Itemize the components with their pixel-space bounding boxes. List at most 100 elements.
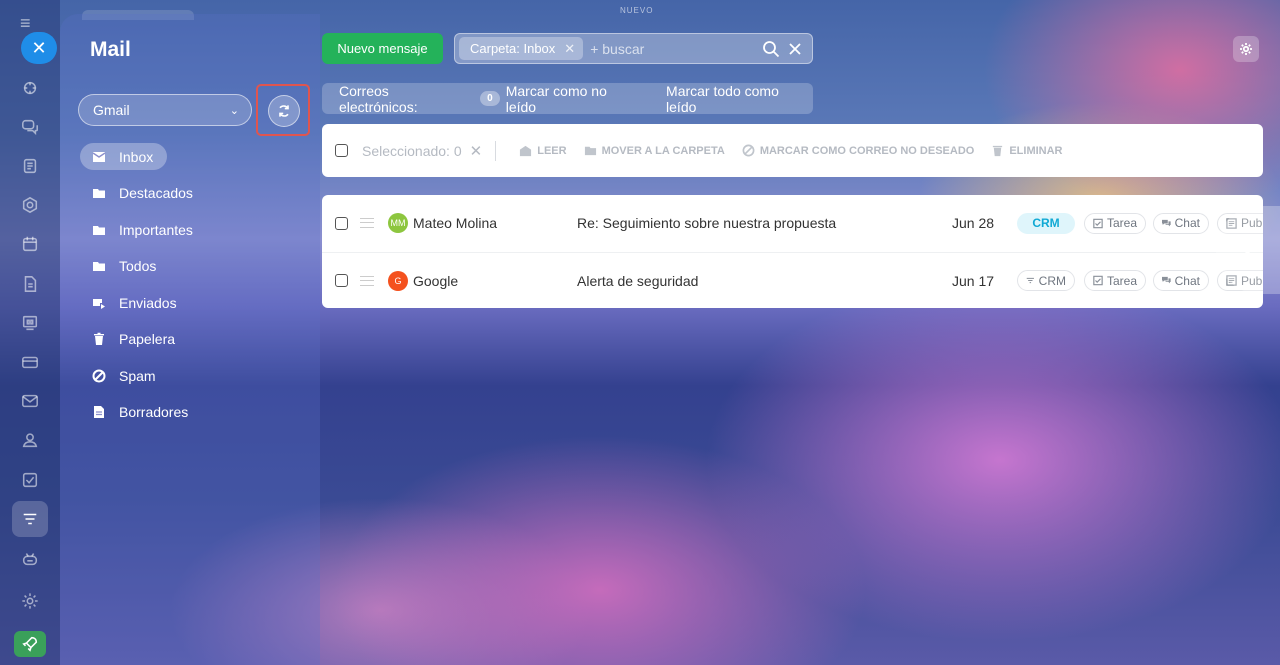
chat-icon: [1162, 219, 1171, 226]
folder-inbox[interactable]: Inbox: [80, 143, 168, 170]
draft-icon: [92, 405, 106, 419]
filter-icon: [1026, 277, 1034, 284]
move-to-folder-button[interactable]: MOVER A LA CARPETA: [584, 144, 725, 157]
email-subject[interactable]: Alerta de seguridad: [577, 273, 698, 289]
drag-handle-icon[interactable]: [360, 275, 374, 286]
chat-icon[interactable]: [19, 116, 41, 138]
board-icon[interactable]: [19, 312, 41, 334]
action-toolbar: Seleccionado: 0 ✕ LEER MOVER A LA CARPET…: [322, 124, 1263, 177]
delete-label: ELIMINAR: [1009, 144, 1063, 157]
email-sender[interactable]: Google: [413, 273, 458, 289]
close-panel-button[interactable]: ✕: [21, 32, 57, 64]
task-button[interactable]: Tarea: [1084, 270, 1146, 291]
search-input[interactable]: + buscar: [590, 41, 644, 57]
clear-selection-icon[interactable]: ✕: [470, 142, 483, 160]
trash-icon: [993, 145, 1003, 157]
folder-icon: [92, 223, 106, 237]
mail-icon: [92, 150, 106, 164]
calendar-icon[interactable]: [19, 233, 41, 255]
unread-count-badge: 0: [480, 91, 500, 106]
chat-button[interactable]: Chat: [1153, 270, 1209, 291]
menu-icon[interactable]: ≡: [20, 14, 40, 32]
filter-icon[interactable]: [12, 501, 48, 537]
email-sender[interactable]: Mateo Molina: [413, 215, 497, 231]
chevron-down-icon: ⌄: [229, 105, 239, 117]
left-nav-rail: ≡ ✕: [0, 0, 60, 665]
rocket-icon[interactable]: [14, 631, 46, 657]
mark-spam-button[interactable]: MARCAR COMO CORREO NO DESEADO: [742, 144, 974, 157]
select-all-checkbox[interactable]: [335, 144, 348, 157]
crm-label: CRM: [1038, 273, 1066, 288]
folder-label: Borradores: [119, 403, 189, 420]
folder-destacados[interactable]: Destacados: [80, 179, 205, 206]
folder-importantes[interactable]: Importantes: [80, 216, 205, 243]
gear-icon: [1240, 43, 1252, 55]
selected-count: Seleccionado: 0: [362, 142, 462, 159]
email-row[interactable]: MM Mateo Molina Re: Seguimiento sobre nu…: [322, 195, 1263, 251]
spam-icon: [92, 369, 106, 383]
mail-sidebar: Mail Gmail ⌄ Inbox Destacados Importante…: [60, 14, 320, 665]
sent-icon: [92, 296, 106, 310]
tasks-icon[interactable]: [19, 469, 41, 491]
calendar-list-icon[interactable]: [19, 155, 41, 177]
avatar: MM: [388, 213, 408, 233]
task-icon: [1093, 275, 1103, 286]
chevron-right-icon: [1238, 238, 1253, 262]
folder-papelera[interactable]: Papelera: [80, 325, 187, 352]
email-date: Jun 17: [952, 272, 995, 289]
read-button[interactable]: LEER: [519, 144, 567, 157]
email-subject[interactable]: Re: Seguimiento sobre nuestra propuesta: [577, 215, 836, 231]
refresh-icon: [279, 105, 289, 117]
email-list: MM Mateo Molina Re: Seguimiento sobre nu…: [322, 195, 1263, 308]
avatar: G: [388, 270, 408, 291]
mail-nav-icon[interactable]: [19, 390, 41, 412]
search-icon[interactable]: [762, 40, 780, 58]
folder-label: Spam: [119, 367, 156, 384]
spam-icon: [742, 144, 755, 157]
settings-button[interactable]: [1233, 36, 1259, 62]
settings-icon[interactable]: [19, 590, 41, 612]
folder-label: Enviados: [119, 294, 177, 311]
mail-panel: Mail Gmail ⌄ Inbox Destacados Importante…: [60, 14, 1280, 665]
chat-label: Chat: [1174, 216, 1200, 230]
delete-button[interactable]: ELIMINAR: [991, 144, 1063, 157]
task-button[interactable]: Tarea: [1084, 212, 1146, 234]
crm-button[interactable]: CRM: [1017, 212, 1075, 234]
folder-spam[interactable]: Spam: [80, 362, 168, 389]
crm-button[interactable]: CRM: [1017, 270, 1075, 291]
folder-enviados[interactable]: Enviados: [80, 289, 189, 316]
remove-filter-icon[interactable]: ✕: [564, 41, 575, 57]
new-message-button[interactable]: Nuevo mensaje: [322, 33, 443, 64]
account-select-value: Gmail: [93, 102, 130, 118]
contacts-icon[interactable]: [19, 429, 41, 451]
email-info-bar: Correos electrónicos: 0 Marcar como no l…: [322, 82, 813, 115]
chat-icon: [1162, 276, 1171, 284]
folder-move-icon: [584, 146, 596, 156]
move-label: MOVER A LA CARPETA: [601, 144, 725, 157]
drag-handle-icon[interactable]: [360, 218, 374, 228]
document-icon[interactable]: [19, 273, 41, 295]
search-bar[interactable]: Carpeta: Inbox ✕ + buscar: [454, 33, 813, 64]
chat-label: Chat: [1174, 273, 1200, 288]
account-select[interactable]: Gmail ⌄: [78, 94, 252, 126]
toolbar-divider: [495, 140, 497, 161]
row-checkbox[interactable]: [335, 216, 348, 230]
mark-unread-link[interactable]: Marcar como no leído: [506, 83, 641, 115]
refresh-highlight: [256, 84, 310, 136]
robot-icon[interactable]: [19, 548, 41, 570]
folder-todos[interactable]: Todos: [80, 252, 168, 279]
chat-button[interactable]: Chat: [1153, 212, 1209, 234]
email-row[interactable]: G Google Alerta de seguridad Jun 17 CRM …: [322, 252, 1263, 308]
folder-label: Importantes: [119, 221, 193, 238]
clear-search-icon[interactable]: [786, 40, 801, 58]
filter-chip[interactable]: Carpeta: Inbox ✕: [459, 37, 584, 60]
feed-icon[interactable]: [19, 77, 41, 99]
hexagon-icon[interactable]: [19, 194, 41, 216]
emails-label: Correos electrónicos:: [339, 82, 418, 115]
card-icon[interactable]: [19, 351, 41, 373]
mark-all-read-link[interactable]: Marcar todo como leído: [666, 83, 813, 115]
folder-icon: [92, 259, 106, 273]
row-checkbox[interactable]: [335, 274, 348, 287]
refresh-button[interactable]: [268, 95, 300, 127]
folder-borradores[interactable]: Borradores: [80, 398, 200, 425]
